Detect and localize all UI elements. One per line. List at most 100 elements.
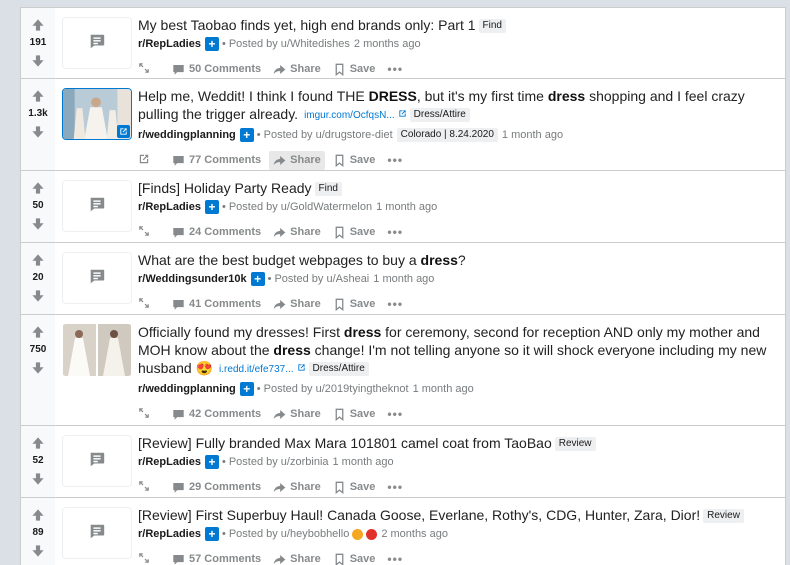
post-flair[interactable]: Find <box>478 19 506 33</box>
comments-button[interactable]: 41 Comments <box>168 295 265 314</box>
post-title[interactable]: Help me, Weddit! I think I found THE DRE… <box>138 87 777 125</box>
post-row[interactable]: 52 [Review] Fully branded Max Mara 101801… <box>21 426 785 498</box>
post-row[interactable]: 89 [Review] First Superbuy Haul! Canada G… <box>21 498 785 565</box>
expand-post-icon[interactable] <box>138 407 168 422</box>
post-time[interactable]: 1 month ago <box>373 271 434 287</box>
text-post-thumbnail[interactable] <box>62 180 132 232</box>
post-time[interactable]: 1 month ago <box>502 127 563 143</box>
join-subreddit-button[interactable]: + <box>204 527 219 541</box>
post-link-domain[interactable]: imgur.com/OcfqsN... <box>304 110 407 121</box>
upvote-arrow-icon[interactable] <box>30 507 46 523</box>
comments-button[interactable]: 57 Comments <box>168 550 265 565</box>
posted-by-user[interactable]: Posted by u/GoldWatermelon <box>229 199 372 215</box>
comments-button[interactable]: 77 Comments <box>168 151 265 170</box>
post-title[interactable]: [Review] Fully branded Max Mara 101801 c… <box>138 434 777 452</box>
post-row[interactable]: 191 My best Taobao finds yet, high end br… <box>21 8 785 79</box>
downvote-arrow-icon[interactable] <box>30 543 46 559</box>
post-row[interactable]: 50 [Finds] Holiday Party Ready Find r/RepLa… <box>21 171 785 243</box>
more-options-button[interactable]: ••• <box>383 59 407 79</box>
expand-post-icon[interactable] <box>138 62 168 77</box>
post-title[interactable]: Officially found my dresses! First dress… <box>138 323 777 379</box>
award-icon[interactable] <box>352 528 364 540</box>
share-button[interactable]: Share <box>269 150 325 170</box>
more-options-button[interactable]: ••• <box>383 477 407 497</box>
posted-by-user[interactable]: Posted by u/zorbinia <box>229 454 329 470</box>
post-flair[interactable]: Dress/Attire <box>308 362 369 376</box>
more-options-button[interactable]: ••• <box>383 222 407 242</box>
post-row[interactable]: 1.3k Help me, Weddit! I think I found THE… <box>21 79 785 171</box>
post-time[interactable]: 1 month ago <box>413 381 474 397</box>
share-button[interactable]: Share <box>269 295 325 314</box>
post-flair[interactable]: Review <box>703 509 744 523</box>
comments-button[interactable]: 50 Comments <box>168 60 265 79</box>
posted-by-user[interactable]: Posted by u/Asheai <box>274 271 369 287</box>
subreddit-link[interactable]: r/weddingplanning <box>138 127 236 143</box>
upvote-arrow-icon[interactable] <box>30 435 46 451</box>
downvote-arrow-icon[interactable] <box>30 288 46 304</box>
post-flair[interactable]: Review <box>554 437 596 451</box>
image-thumbnail[interactable] <box>62 324 132 376</box>
more-options-button[interactable]: ••• <box>383 150 407 170</box>
save-button[interactable]: Save <box>329 405 380 424</box>
text-post-thumbnail[interactable] <box>62 435 132 487</box>
post-flair[interactable]: Find <box>314 182 342 196</box>
post-time[interactable]: 1 month ago <box>333 454 394 470</box>
upvote-arrow-icon[interactable] <box>30 180 46 196</box>
save-button[interactable]: Save <box>329 478 380 497</box>
upvote-arrow-icon[interactable] <box>30 17 46 33</box>
post-row[interactable]: 750 Officially found my dresses! First dr… <box>21 315 785 426</box>
subreddit-link[interactable]: r/RepLadies <box>138 526 201 542</box>
downvote-arrow-icon[interactable] <box>30 471 46 487</box>
post-title[interactable]: [Review] First Superbuy Haul! Canada Goo… <box>138 506 777 524</box>
subreddit-link[interactable]: r/RepLadies <box>138 454 201 470</box>
upvote-arrow-icon[interactable] <box>30 252 46 268</box>
join-subreddit-button[interactable]: + <box>239 382 254 396</box>
save-button[interactable]: Save <box>329 550 380 565</box>
expand-post-icon[interactable] <box>138 225 168 240</box>
upvote-arrow-icon[interactable] <box>30 88 46 104</box>
comments-button[interactable]: 24 Comments <box>168 223 265 242</box>
share-button[interactable]: Share <box>269 405 325 424</box>
downvote-arrow-icon[interactable] <box>30 53 46 69</box>
comments-button[interactable]: 42 Comments <box>168 405 265 424</box>
join-subreddit-button[interactable]: + <box>204 37 219 51</box>
award-icon[interactable] <box>366 528 378 540</box>
posted-by-user[interactable]: Posted by u/heybobhello <box>229 526 349 542</box>
join-subreddit-button[interactable]: + <box>204 200 219 214</box>
open-link-icon[interactable] <box>138 153 168 168</box>
image-thumbnail[interactable] <box>62 88 132 140</box>
join-subreddit-button[interactable]: + <box>239 128 254 142</box>
post-title[interactable]: [Finds] Holiday Party Ready Find <box>138 179 777 197</box>
subreddit-link[interactable]: r/weddingplanning <box>138 381 236 397</box>
post-time[interactable]: 2 months ago <box>354 36 421 52</box>
share-button[interactable]: Share <box>269 60 325 79</box>
downvote-arrow-icon[interactable] <box>30 124 46 140</box>
posted-by-user[interactable]: Posted by u/2019tyingtheknot <box>264 381 409 397</box>
join-subreddit-button[interactable]: + <box>250 272 265 286</box>
downvote-arrow-icon[interactable] <box>30 360 46 376</box>
expand-post-icon[interactable] <box>138 480 168 495</box>
post-time[interactable]: 1 month ago <box>376 199 437 215</box>
share-button[interactable]: Share <box>269 550 325 565</box>
more-options-button[interactable]: ••• <box>383 549 407 565</box>
save-button[interactable]: Save <box>329 223 380 242</box>
save-button[interactable]: Save <box>329 295 380 314</box>
text-post-thumbnail[interactable] <box>62 17 132 69</box>
subreddit-link[interactable]: r/RepLadies <box>138 36 201 52</box>
posted-by-user[interactable]: Posted by u/drugstore-diet <box>264 127 393 143</box>
expand-post-icon[interactable] <box>138 297 168 312</box>
post-time[interactable]: 2 months ago <box>381 526 448 542</box>
comments-button[interactable]: 29 Comments <box>168 478 265 497</box>
share-button[interactable]: Share <box>269 478 325 497</box>
post-title[interactable]: My best Taobao finds yet, high end brand… <box>138 16 777 34</box>
share-button[interactable]: Share <box>269 223 325 242</box>
text-post-thumbnail[interactable] <box>62 252 132 304</box>
post-link-domain[interactable]: i.redd.it/efe737... <box>219 364 306 375</box>
subreddit-link[interactable]: r/Weddingsunder10k <box>138 271 247 287</box>
save-button[interactable]: Save <box>329 60 380 79</box>
more-options-button[interactable]: ••• <box>383 404 407 424</box>
text-post-thumbnail[interactable] <box>62 507 132 559</box>
subreddit-link[interactable]: r/RepLadies <box>138 199 201 215</box>
upvote-arrow-icon[interactable] <box>30 324 46 340</box>
more-options-button[interactable]: ••• <box>383 294 407 314</box>
